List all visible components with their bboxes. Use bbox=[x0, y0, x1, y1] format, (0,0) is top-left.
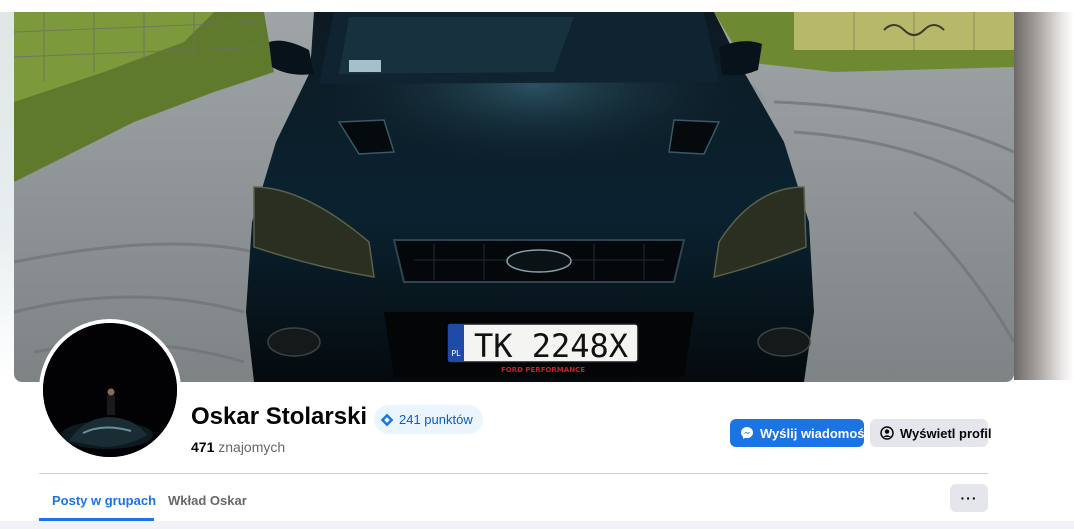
more-dots-icon: ··· bbox=[960, 490, 978, 506]
plate-text: TK 2248X bbox=[474, 327, 628, 365]
points-badge[interactable]: 241 punktów bbox=[374, 405, 483, 434]
friends-count-text[interactable]: 471 znajomych bbox=[191, 439, 285, 455]
friends-label: znajomych bbox=[218, 439, 286, 455]
header-divider bbox=[39, 473, 988, 474]
user-circle-icon bbox=[880, 426, 894, 440]
plate-frame-text: FORD PERFORMANCE bbox=[501, 366, 585, 374]
send-message-button[interactable]: Wyślij wiadomość bbox=[730, 419, 872, 447]
profile-name: Oskar Stolarski bbox=[191, 403, 368, 430]
plate-country: PL bbox=[451, 349, 461, 358]
send-message-label: Wyślij wiadomość bbox=[760, 425, 872, 441]
friends-count: 471 bbox=[191, 439, 215, 455]
page-background-right bbox=[1014, 0, 1074, 380]
view-profile-label: Wyświetl profil bbox=[900, 425, 992, 441]
more-options-button[interactable]: ··· bbox=[950, 484, 988, 512]
view-profile-button[interactable]: Wyświetl profil bbox=[870, 419, 992, 447]
tab-contributions[interactable]: Wkład Oskar bbox=[156, 482, 259, 518]
messenger-icon bbox=[740, 426, 754, 440]
tab-group-posts[interactable]: Posty w grupach bbox=[40, 482, 168, 518]
cover-photo[interactable]: PL TK 2248X FORD PERFORMANCE bbox=[14, 12, 1014, 382]
cover-photo-image: PL TK 2248X FORD PERFORMANCE bbox=[14, 12, 1014, 382]
feed-background bbox=[0, 521, 1074, 529]
avatar[interactable] bbox=[39, 319, 181, 461]
points-label: 241 punktów bbox=[399, 412, 473, 427]
top-bar bbox=[0, 0, 1074, 12]
avatar-image bbox=[43, 323, 177, 457]
page-background-left bbox=[0, 0, 14, 380]
diamond-badge-icon bbox=[380, 413, 394, 427]
